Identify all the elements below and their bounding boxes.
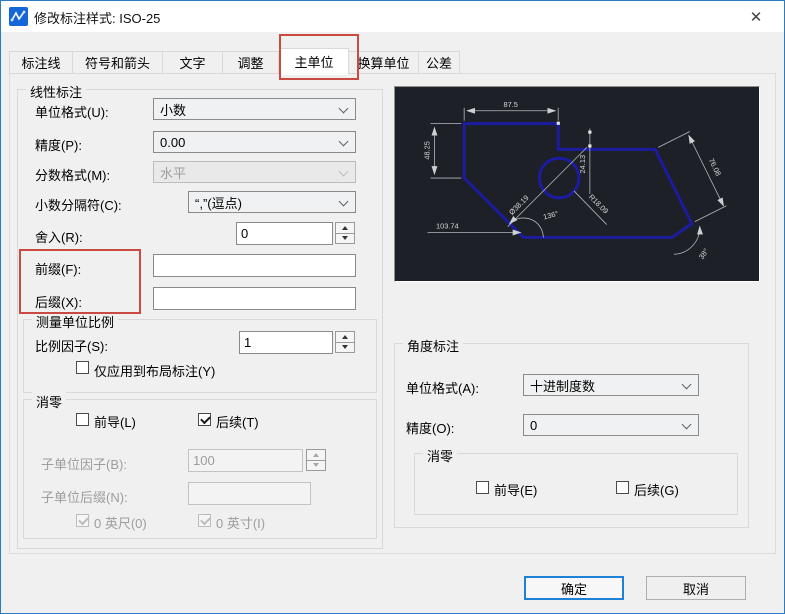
sub-unit-suffix-label: 子单位后缀(N):: [41, 490, 128, 505]
tab-symbols-arrows[interactable]: 符号和箭头: [73, 51, 163, 74]
zero-inches-label: 0 英寸(I): [216, 516, 266, 531]
chevron-down-icon: [338, 136, 349, 147]
spinner-down-button[interactable]: [335, 233, 355, 244]
dim-angle: 136°: [542, 209, 559, 221]
trailing-zero-label: 后续(T): [216, 415, 259, 430]
dim-radius: R18.09: [587, 192, 610, 215]
spinner-up-button[interactable]: [335, 222, 355, 234]
angular-trailing-zero-checkbox[interactable]: [616, 481, 629, 494]
angular-unit-format-label: 单位格式(A):: [406, 381, 479, 396]
precision-label: 精度(P):: [35, 138, 82, 153]
scale-factor-label: 比例因子(S):: [35, 339, 108, 354]
scale-factor-spinner: [335, 331, 355, 353]
prefix-label: 前缀(F):: [35, 262, 82, 277]
tab-tolerances[interactable]: 公差: [419, 51, 460, 74]
angular-leading-zero-checkbox[interactable]: [476, 481, 489, 494]
precision-value: 0.00: [160, 134, 186, 150]
unit-format-dropdown[interactable]: 小数: [153, 98, 356, 120]
dim-angle2: 38°: [697, 247, 711, 261]
angular-leading-zero-label: 前导(E): [494, 483, 538, 498]
zero-feet-label: 0 英尺(0): [94, 516, 147, 531]
chevron-down-icon: [681, 379, 692, 390]
spinner-up-button[interactable]: [335, 331, 355, 343]
precision-dropdown[interactable]: 0.00: [153, 131, 356, 153]
close-button[interactable]: ✕: [728, 1, 784, 32]
zero-feet-checkbox: [76, 514, 89, 527]
dim-top: 87.5: [503, 100, 517, 109]
angular-precision-dropdown[interactable]: 0: [523, 414, 699, 436]
trailing-zero-checkbox[interactable]: [198, 413, 211, 426]
app-icon: [9, 7, 28, 26]
dim-right: 76.08: [707, 157, 723, 178]
decimal-separator-dropdown[interactable]: “,”(逗点): [188, 191, 356, 213]
window-title: 修改标注样式: ISO-25: [34, 11, 161, 26]
close-icon: ✕: [749, 8, 763, 26]
app-icon-glyph: [10, 10, 26, 22]
angular-precision-label: 精度(O):: [406, 421, 455, 436]
angular-zero-suppression-group: 消零: [414, 446, 738, 515]
fraction-format-label: 分数格式(M):: [35, 168, 111, 183]
dimension-preview: 87.5 48.25 24.13 76.08 Ø38.19 R18.09 136…: [394, 86, 760, 282]
tab-fit[interactable]: 调整: [223, 51, 279, 74]
angular-precision-value: 0: [530, 417, 538, 433]
angular-unit-format-dropdown[interactable]: 十进制度数: [523, 374, 699, 396]
suffix-label: 后缀(X):: [35, 295, 82, 310]
sub-unit-factor-input: [188, 449, 303, 472]
chevron-down-icon: [681, 419, 692, 430]
fraction-format-dropdown: 水平: [153, 161, 356, 183]
decimal-separator-value: “,”(逗点): [195, 195, 242, 211]
dim-left: 48.25: [423, 141, 432, 160]
leading-zero-label: 前导(L): [94, 415, 136, 430]
tab-text[interactable]: 文字: [163, 51, 223, 74]
fraction-format-value: 水平: [160, 165, 187, 181]
round-off-spinner: [335, 222, 355, 244]
chevron-down-icon: [338, 196, 349, 207]
chevron-down-icon: [338, 166, 349, 177]
angular-zero-suppression-title: 消零: [423, 446, 458, 465]
tab-primary-units[interactable]: 主单位: [279, 48, 349, 75]
round-off-label: 舍入(R):: [35, 230, 83, 245]
dim-mid: 24.13: [578, 155, 587, 174]
layout-only-checkbox[interactable]: [76, 361, 89, 374]
leading-zero-checkbox[interactable]: [76, 413, 89, 426]
decimal-separator-label: 小数分隔符(C):: [35, 198, 122, 213]
tab-alternate-units[interactable]: 换算单位: [349, 51, 419, 74]
spinner-down-button[interactable]: [335, 342, 355, 353]
unit-format-label: 单位格式(U):: [35, 105, 109, 120]
tab-dimension-lines[interactable]: 标注线: [9, 51, 73, 74]
title-bar: 修改标注样式: ISO-25 ✕: [1, 1, 784, 32]
zero-suppression-title: 消零: [32, 392, 67, 411]
angular-unit-format-value: 十进制度数: [530, 378, 596, 394]
layout-only-label: 仅应用到布局标注(Y): [94, 364, 216, 379]
spinner-down-button: [306, 460, 326, 471]
unit-format-value: 小数: [160, 102, 187, 118]
sub-unit-factor-spinner: [306, 449, 326, 471]
sub-unit-factor-label: 子单位因子(B):: [41, 457, 127, 472]
angular-group-title: 角度标注: [403, 336, 464, 355]
measurement-scale-title: 测量单位比例: [32, 312, 119, 331]
cancel-button[interactable]: 取消: [646, 576, 746, 600]
preview-circle: [537, 156, 581, 200]
linear-group-title: 线性标注: [26, 82, 87, 101]
dim-bottom: 103.74: [436, 222, 459, 231]
dimension-style-dialog: 修改标注样式: ISO-25 ✕ 标注线 符号和箭头 文字 调整 主单位 换算单…: [0, 0, 785, 614]
preview-grip-points: [556, 121, 592, 148]
chevron-down-icon: [338, 103, 349, 114]
angular-trailing-zero-label: 后续(G): [634, 483, 679, 498]
prefix-input[interactable]: [153, 254, 356, 277]
ok-button[interactable]: 确定: [524, 576, 624, 600]
dim-diameter: Ø38.19: [507, 193, 531, 217]
round-off-input[interactable]: [236, 222, 333, 245]
tab-bar: 标注线 符号和箭头 文字 调整 主单位 换算单位 公差: [9, 48, 460, 75]
sub-unit-suffix-input: [188, 482, 311, 505]
zero-inches-checkbox: [198, 514, 211, 527]
preview-drawing: 87.5 48.25 24.13 76.08 Ø38.19 R18.09 136…: [423, 100, 727, 261]
scale-factor-input[interactable]: [239, 331, 333, 354]
suffix-input[interactable]: [153, 287, 356, 310]
spinner-up-button: [306, 449, 326, 461]
